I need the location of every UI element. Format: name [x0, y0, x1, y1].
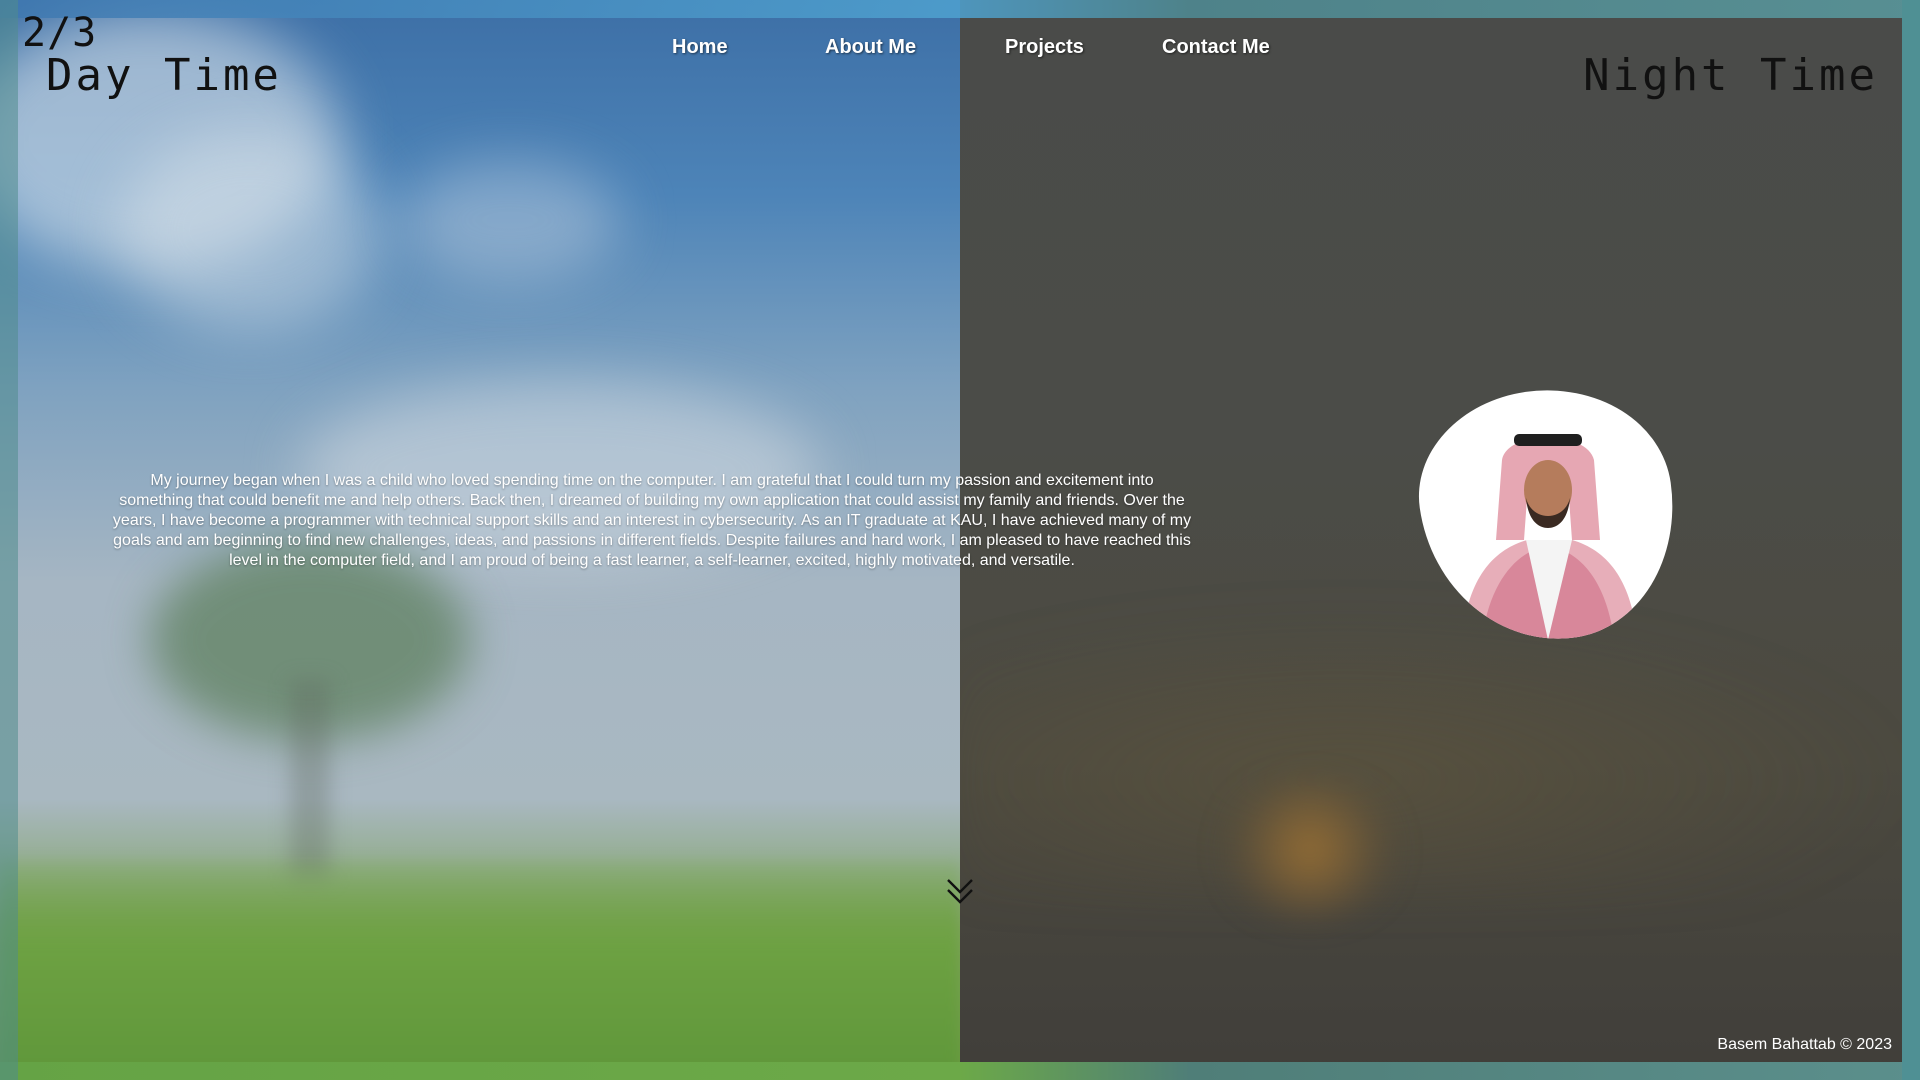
nav-home-link[interactable]: Home — [672, 36, 728, 59]
frame-left — [0, 0, 18, 1080]
nav-about-link[interactable]: About Me — [825, 36, 916, 59]
frame-bottom — [0, 1062, 1920, 1080]
nav-contact-link[interactable]: Contact Me — [1162, 36, 1270, 59]
cloud — [400, 160, 620, 280]
tree-trunk — [290, 680, 330, 880]
profile-portrait-image — [1462, 434, 1637, 640]
nav-projects-link[interactable]: Projects — [1005, 36, 1084, 59]
double-chevron-down-icon[interactable] — [946, 878, 974, 906]
main-nav: Home About Me Projects Contact Me — [0, 36, 1920, 66]
about-bio-text: My journey began when I was a child who … — [112, 472, 1192, 569]
cloud — [120, 130, 380, 330]
sunset-glow — [1210, 780, 1410, 920]
footer-copyright: Basem Bahattab © 2023 — [1717, 1036, 1892, 1053]
frame-right — [1902, 0, 1920, 1080]
frame-top — [0, 0, 1920, 18]
night-haze — [960, 600, 1920, 900]
profile-photo — [1405, 373, 1691, 657]
grass-field — [0, 860, 960, 1080]
portfolio-page: 2/3 Day Time Night Time Home About Me Pr… — [0, 0, 1920, 1080]
